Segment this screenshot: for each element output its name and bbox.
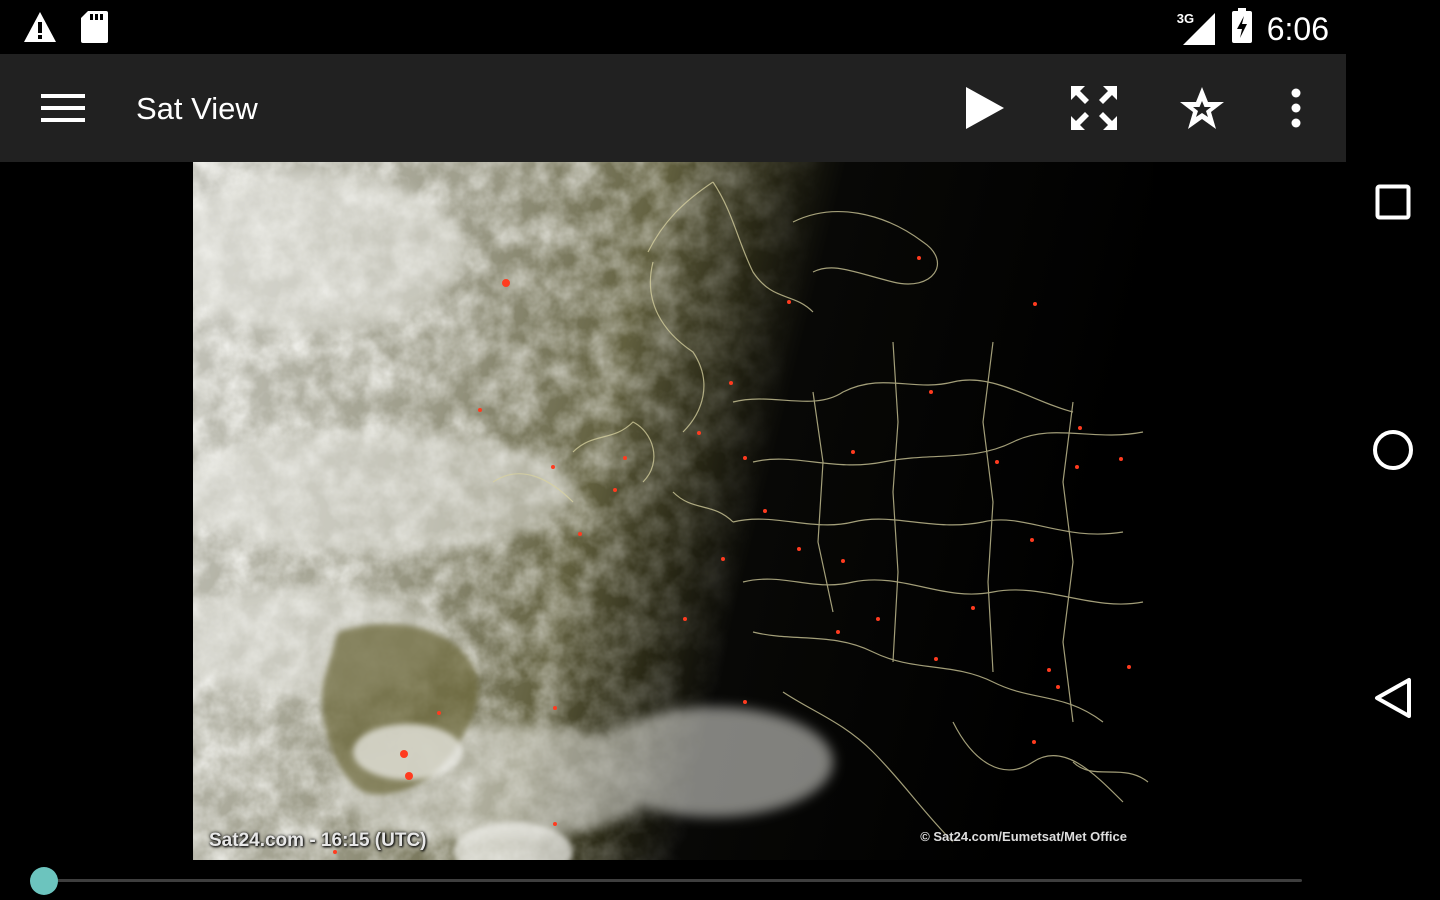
recents-icon — [1375, 184, 1411, 220]
back-button[interactable] — [1363, 668, 1423, 728]
signal-icon: 3G — [1177, 11, 1217, 47]
fullscreen-icon — [1071, 86, 1117, 130]
network-label: 3G — [1176, 10, 1195, 26]
screen: 3G 6:06 Sat View Sat24.com - 16:15 (UTC)… — [0, 0, 1440, 900]
satellite-image — [193, 162, 1153, 860]
more-options-button[interactable] — [1264, 78, 1328, 138]
timeline-seekbar[interactable] — [30, 867, 1302, 895]
warning-icon — [22, 10, 58, 49]
page-title: Sat View — [136, 91, 258, 126]
map-timestamp-caption: Sat24.com - 16:15 (UTC) — [209, 830, 427, 851]
favorite-button[interactable] — [1170, 78, 1234, 138]
satellite-map-image[interactable]: Sat24.com - 16:15 (UTC) © Sat24.com/Eume… — [193, 162, 1153, 860]
app-toolbar: Sat View — [0, 54, 1346, 162]
hamburger-menu-icon — [41, 94, 85, 122]
home-icon — [1373, 430, 1413, 470]
sd-card-icon — [80, 10, 108, 49]
clock: 6:06 — [1266, 10, 1329, 47]
play-button[interactable] — [953, 78, 1017, 138]
star-icon — [1180, 87, 1224, 129]
map-credit: © Sat24.com/Eumetsat/Met Office — [920, 829, 1127, 844]
fullscreen-button[interactable] — [1062, 78, 1126, 138]
home-button[interactable] — [1363, 420, 1423, 480]
navigation-menu-button[interactable] — [28, 82, 98, 134]
seekbar-thumb[interactable] — [30, 867, 58, 895]
seekbar-track[interactable] — [44, 879, 1302, 882]
more-vert-icon — [1291, 88, 1301, 128]
play-icon — [966, 87, 1004, 129]
navigation-bar — [1346, 0, 1440, 900]
back-icon — [1375, 678, 1411, 718]
battery-charging-icon — [1231, 8, 1253, 49]
status-bar: 3G 6:06 — [0, 0, 1345, 54]
recents-button[interactable] — [1363, 172, 1423, 232]
